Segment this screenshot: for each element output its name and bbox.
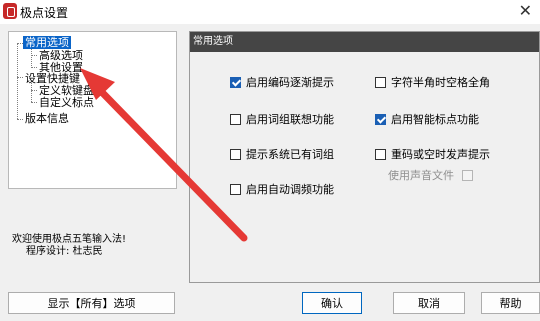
option-label: 启用编码逐渐提示 — [246, 76, 334, 89]
tree-connector — [17, 77, 23, 78]
checkbox-icon[interactable] — [230, 183, 241, 195]
option-label: 提示系统已有词组 — [246, 148, 334, 161]
info-box: 欢迎使用极点五笔输入法! 程序设计: 杜志民 — [8, 198, 175, 278]
tree-item-version-info[interactable]: 版本信息 — [25, 112, 69, 125]
option-label: 使用声音文件 — [388, 169, 454, 182]
tree-connector — [17, 119, 23, 120]
tree-item-common-options[interactable]: 常用选项 — [23, 36, 71, 49]
option-halfwidth-space[interactable]: 字符半角时空格全角 — [375, 74, 490, 90]
author-text: 程序设计: 杜志民 — [26, 246, 103, 257]
app-logo-icon — [3, 3, 17, 19]
tree-connector — [31, 49, 32, 68]
checkbox-icon[interactable] — [230, 148, 241, 160]
settings-tree: 常用选项 高级选项 其他设置 设置快捷键 定义软键盘 自定义标点 版本信息 — [8, 31, 177, 189]
tree-connector — [31, 102, 37, 103]
options-panel: 常用选项 启用编码逐渐提示 字符半角时空格全角 启用词组联想功能 启用智能标点功… — [189, 31, 540, 283]
option-phrase-association[interactable]: 启用词组联想功能 — [230, 111, 334, 127]
tree-connector — [31, 55, 37, 56]
option-label: 启用词组联想功能 — [246, 113, 334, 126]
option-use-sound-file: 使用声音文件 — [388, 167, 478, 183]
checkbox-disabled-icon — [462, 169, 473, 181]
ok-button[interactable]: 确认 — [302, 292, 362, 314]
option-duplicate-sound-hint[interactable]: 重码或空时发声提示 — [375, 146, 490, 162]
title-bar: 极点设置 ✕ — [0, 0, 540, 24]
tree-item-custom-punctuation[interactable]: 自定义标点 — [39, 96, 94, 109]
option-label: 字符半角时空格全角 — [391, 76, 490, 89]
window-title: 极点设置 — [20, 6, 69, 20]
help-button[interactable]: 帮助 — [481, 292, 540, 314]
option-label: 重码或空时发声提示 — [391, 148, 490, 161]
option-auto-frequency[interactable]: 启用自动调频功能 — [230, 181, 334, 197]
checkbox-icon[interactable] — [375, 148, 386, 160]
checkbox-icon[interactable] — [230, 113, 241, 125]
option-coding-hint[interactable]: 启用编码逐渐提示 — [230, 74, 334, 90]
close-icon[interactable]: ✕ — [519, 1, 532, 20]
checkbox-icon[interactable] — [375, 76, 386, 88]
tree-connector — [17, 43, 18, 119]
show-all-options-button[interactable]: 显示【所有】选项 — [8, 292, 175, 314]
option-label: 启用自动调频功能 — [246, 183, 334, 196]
checkbox-checked-icon[interactable] — [230, 76, 241, 88]
option-smart-punctuation[interactable]: 启用智能标点功能 — [375, 111, 479, 127]
option-label: 启用智能标点功能 — [391, 113, 479, 126]
option-system-phrase-hint[interactable]: 提示系统已有词组 — [230, 146, 334, 162]
tree-connector — [31, 67, 37, 68]
tree-connector — [31, 83, 32, 102]
panel-header: 常用选项 — [190, 32, 539, 52]
checkbox-checked-icon[interactable] — [375, 113, 386, 125]
tree-connector — [31, 90, 37, 91]
cancel-button[interactable]: 取消 — [393, 292, 465, 314]
